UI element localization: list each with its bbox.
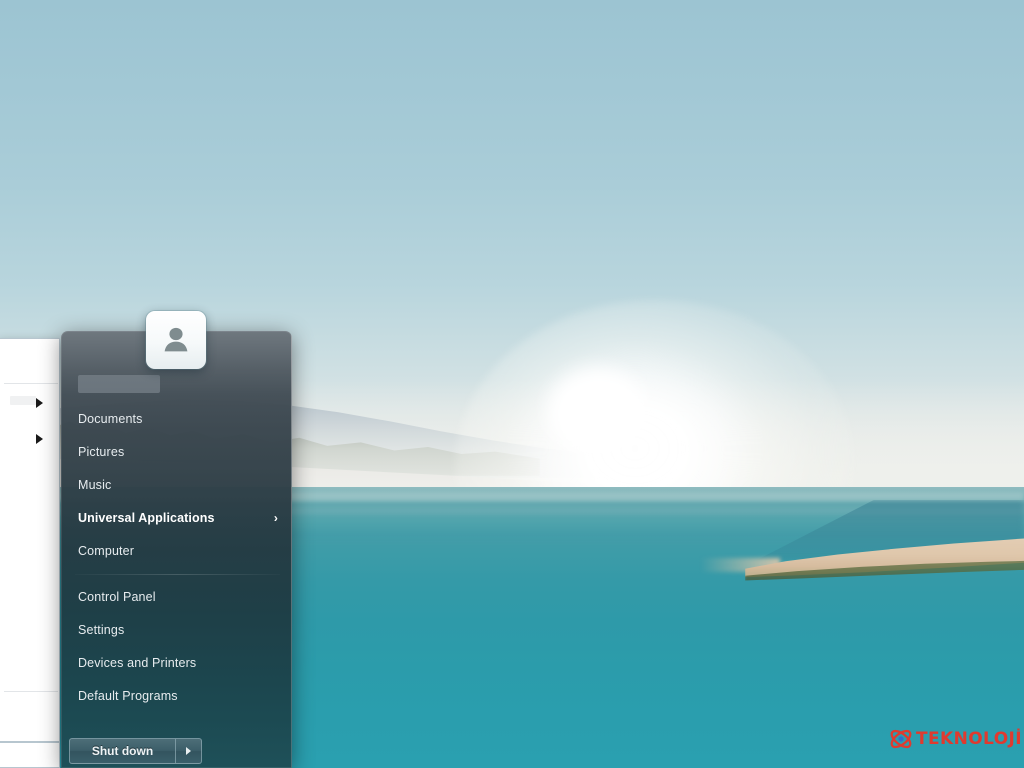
start-menu-item-label: Pictures (78, 445, 125, 459)
user-avatar-icon (164, 327, 188, 352)
start-menu-item-default-programs[interactable]: Default Programs (61, 680, 292, 713)
chevron-right-icon: › (273, 511, 278, 525)
programs-panel-divider-top (4, 383, 58, 384)
start-menu-item-universal-applications[interactable]: Universal Applications › (61, 502, 292, 535)
atom-swirl-logo-icon (890, 729, 912, 749)
shutdown-button[interactable]: Shut down (69, 738, 176, 764)
start-menu-item-label: Default Programs (78, 689, 178, 703)
start-menu-item-label: Devices and Printers (78, 656, 197, 670)
start-menu-item-label: Computer (78, 544, 135, 558)
start-menu-item-label: Documents (78, 412, 143, 426)
desktop-screen: Documents Pictures Music Universal Appli… (0, 0, 1024, 768)
start-menu-item-devices-and-printers[interactable]: Devices and Printers (61, 647, 292, 680)
watermark: TEKNOLOJİ ... (888, 727, 1024, 751)
start-menu-item-settings[interactable]: Settings (61, 614, 292, 647)
watermark-brand: TEKNOLOJİ (916, 729, 1022, 749)
wallpaper-sun (548, 368, 646, 454)
programs-panel-item-placeholder (10, 396, 36, 405)
user-avatar-tile[interactable] (146, 311, 206, 369)
start-menu-item-label: Settings (78, 623, 125, 637)
programs-submenu-arrow-icon[interactable] (36, 398, 43, 408)
programs-panel-divider-bottom (4, 691, 58, 692)
start-menu-item-documents[interactable]: Documents (61, 403, 292, 436)
start-menu-divider (75, 574, 280, 575)
start-menu-item-computer[interactable]: Computer (61, 535, 292, 568)
shutdown-button-label: Shut down (91, 744, 154, 758)
shutdown-options-button[interactable] (176, 738, 202, 764)
start-menu-item-list: Documents Pictures Music Universal Appli… (61, 403, 292, 713)
shutdown-control-group: Shut down (69, 738, 202, 764)
triangle-right-icon (186, 747, 191, 755)
programs-submenu-arrow-icon[interactable] (36, 434, 43, 444)
start-menu-item-label: Control Panel (78, 590, 156, 604)
start-menu-item-label: Universal Applications (78, 511, 215, 525)
start-menu-item-pictures[interactable]: Pictures (61, 436, 292, 469)
start-menu-panel: Documents Pictures Music Universal Appli… (61, 331, 292, 768)
start-menu-item-label: Music (78, 478, 112, 492)
start-menu-item-control-panel[interactable]: Control Panel (61, 581, 292, 614)
search-input[interactable] (0, 742, 60, 768)
start-menu-username-redacted (78, 375, 160, 393)
start-menu-item-music[interactable]: Music (61, 469, 292, 502)
programs-panel[interactable] (0, 338, 60, 742)
